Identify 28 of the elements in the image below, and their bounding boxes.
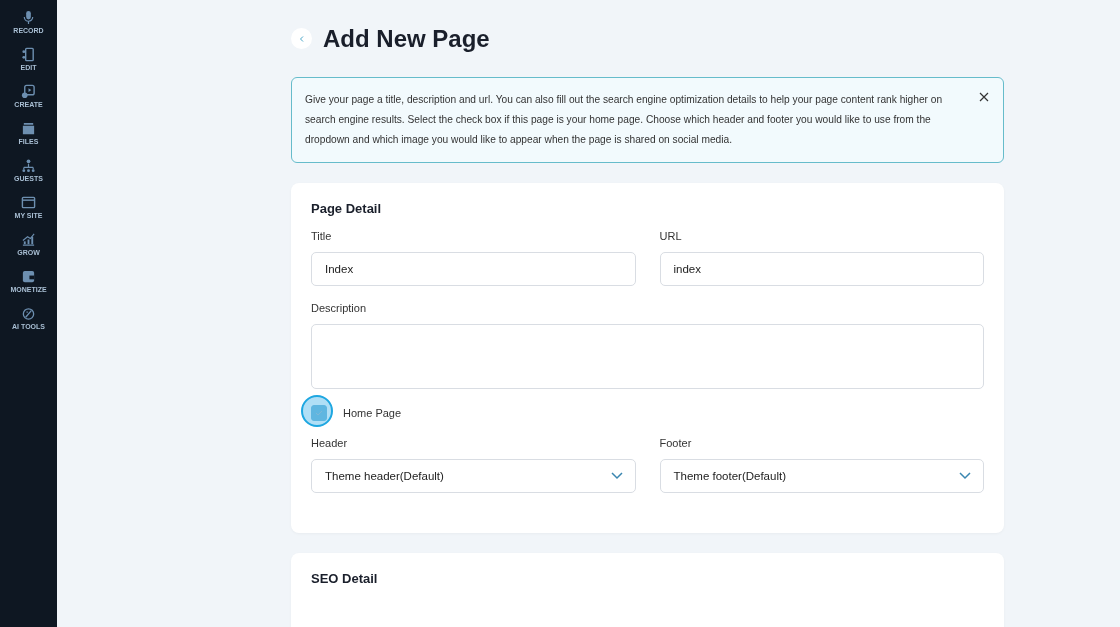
field-label: Description <box>311 302 368 314</box>
section-heading: SEO Detail <box>311 571 379 586</box>
close-icon <box>979 92 989 102</box>
chevron-down-icon <box>959 472 971 480</box>
back-button[interactable] <box>291 28 312 49</box>
microphone-icon <box>21 10 36 25</box>
bar-chart-icon <box>21 232 36 247</box>
wallet-icon <box>21 269 36 284</box>
info-text: Give your page a title, description and url. You can also fill out the search engine optimization details to help your page content rank higher on search engine results. Select the check box if this page is your home page. Choose which header and footer you would like to use from the dropdown and which image you would like to appear when the page is shared on social media. <box>305 93 944 147</box>
header-dropdown[interactable]: Theme header(Default) <box>311 459 636 493</box>
chevron-down-icon <box>610 472 623 480</box>
folder-icon <box>21 121 36 136</box>
field-label: Footer <box>659 437 693 449</box>
section-heading: Page Detail <box>311 201 383 216</box>
page-title: Add New Page <box>323 24 490 53</box>
field-label: Header <box>311 437 349 449</box>
play-icon <box>21 84 36 99</box>
field-label: Title <box>311 230 333 242</box>
url-input[interactable]: index <box>659 252 984 286</box>
close-button[interactable] <box>977 90 991 104</box>
footer-dropdown[interactable]: Theme footer(Default) <box>659 459 984 493</box>
title-input[interactable]: Index <box>311 252 636 286</box>
field-label: URL <box>659 230 683 242</box>
home-page-checkbox[interactable] <box>311 405 327 421</box>
checkmark-icon <box>314 408 324 418</box>
description-textarea[interactable] <box>311 324 984 389</box>
browser-icon <box>21 195 36 210</box>
checkbox-label: Home Page <box>343 407 402 419</box>
